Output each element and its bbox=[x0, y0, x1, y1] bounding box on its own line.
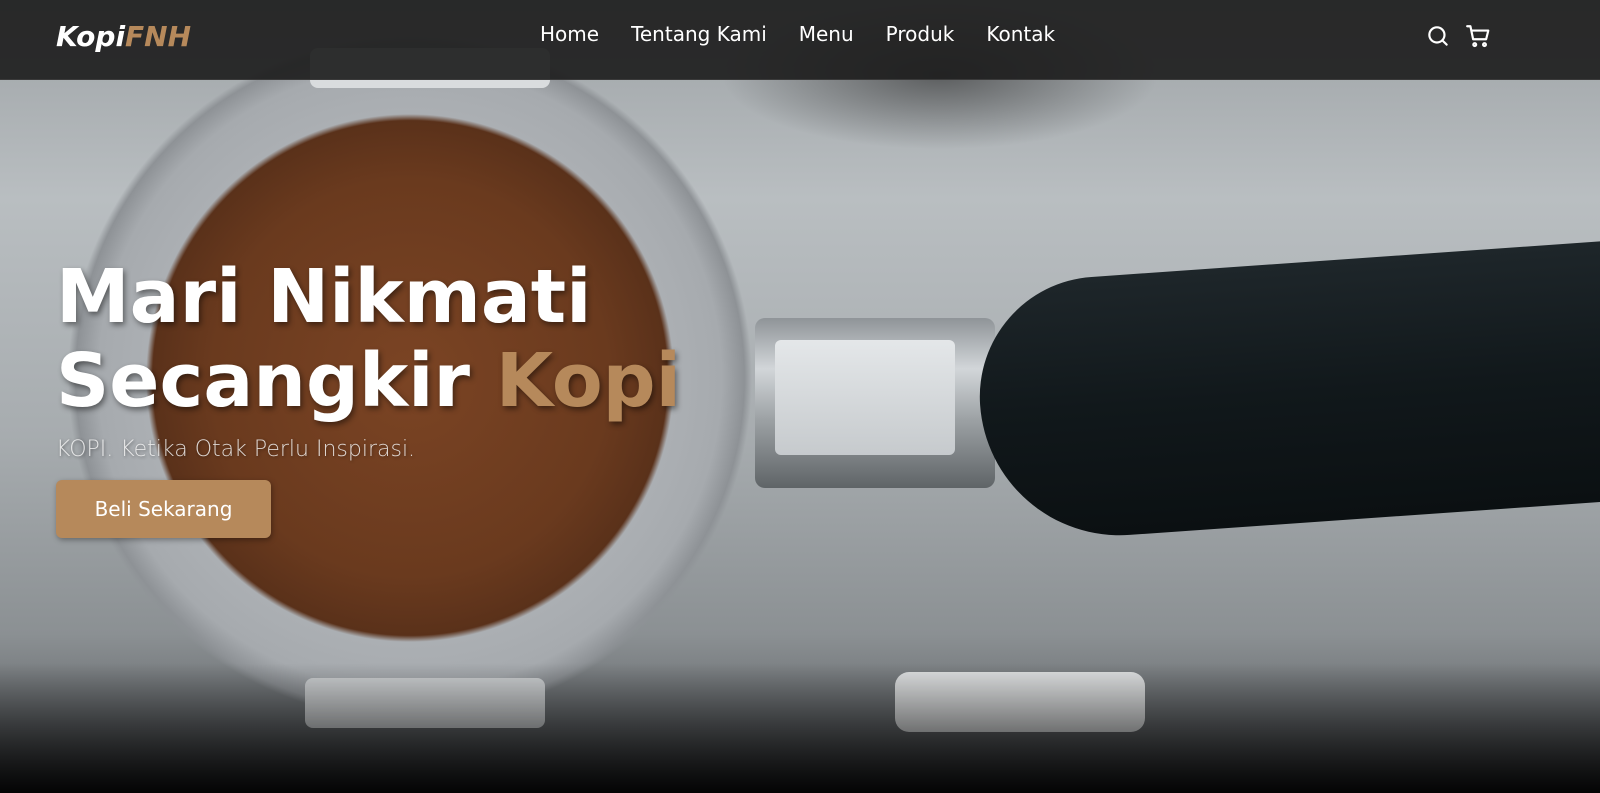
hero-headline: Mari Nikmati Secangkir Kopi bbox=[56, 255, 681, 423]
nav-icons bbox=[1425, 23, 1491, 49]
brand-logo[interactable]: KopiFNH bbox=[56, 20, 191, 53]
nav-produk[interactable]: Produk bbox=[886, 22, 955, 46]
bottom-fade bbox=[0, 663, 1600, 793]
headline-line1: Mari Nikmati bbox=[56, 254, 592, 340]
hero-section: KopiFNH Home Tentang Kami Menu Produk Ko… bbox=[0, 0, 1600, 793]
nav-home[interactable]: Home bbox=[540, 22, 599, 46]
hero-tagline: KOPI. Ketika Otak Perlu Inspirasi. bbox=[56, 437, 416, 462]
portafilter-handle bbox=[971, 239, 1600, 545]
portafilter-neck-inner bbox=[775, 340, 955, 455]
buy-now-button[interactable]: Beli Sekarang bbox=[56, 480, 271, 538]
navbar: KopiFNH Home Tentang Kami Menu Produk Ko… bbox=[0, 0, 1600, 80]
nav-kontak[interactable]: Kontak bbox=[986, 22, 1055, 46]
headline-line2: Secangkir bbox=[56, 338, 496, 424]
search-icon[interactable] bbox=[1425, 23, 1451, 49]
nav-tentang-kami[interactable]: Tentang Kami bbox=[631, 22, 767, 46]
logo-part2: FNH bbox=[125, 20, 192, 53]
logo-part1: Kopi bbox=[56, 20, 126, 53]
shopping-cart-icon[interactable] bbox=[1465, 23, 1491, 49]
main-nav: Home Tentang Kami Menu Produk Kontak bbox=[540, 22, 1055, 46]
headline-accent: Kopi bbox=[495, 338, 681, 424]
hero-content: Mari Nikmati Secangkir Kopi KOPI. Ketika… bbox=[56, 255, 681, 538]
nav-menu[interactable]: Menu bbox=[799, 22, 854, 46]
